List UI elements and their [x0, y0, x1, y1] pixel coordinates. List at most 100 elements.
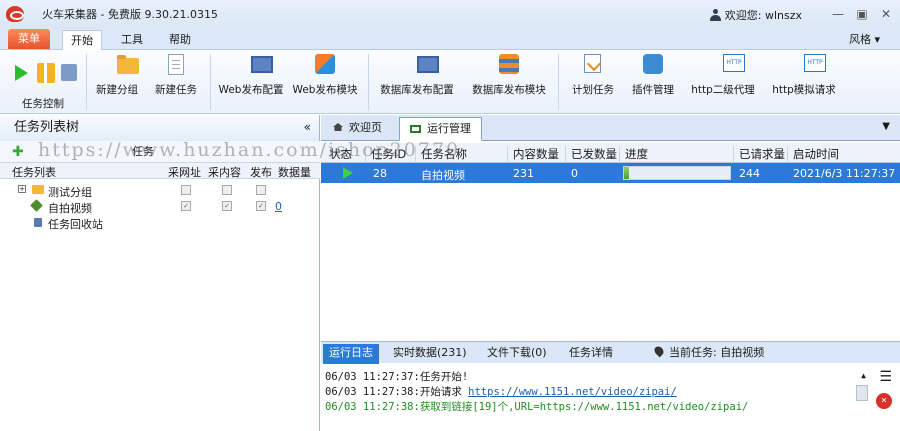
tree-row-group[interactable]: + 测试分组 — [0, 183, 320, 199]
table-row[interactable]: 28 自拍视频 231 0 244 2021/6/3 11:27:37 — [321, 163, 900, 183]
checkbox[interactable]: ✓ — [222, 201, 232, 211]
task-tree-title: 任务列表树 — [0, 115, 319, 141]
title-bar: 火车采集器 - 免费版 9.30.21.0315 欢迎您: wlnszx — ▣… — [0, 0, 900, 28]
tab-realtime-data[interactable]: 实时数据(231) — [387, 344, 473, 364]
checkbox[interactable]: ✓ — [256, 201, 266, 211]
tab-file-download[interactable]: 文件下载(0) — [481, 344, 553, 364]
col-content-count: 内容数量 — [513, 147, 559, 161]
log-link[interactable]: https://www.1151.net/video/zipai/ — [468, 386, 677, 398]
monitor-icon — [410, 125, 421, 133]
add-icon[interactable]: ✚ — [12, 144, 24, 160]
scheduled-task-button[interactable]: 计划任务 — [568, 54, 618, 106]
main-panel: 欢迎页 运行管理 ▼ 状态 任务ID 任务名称 内容数量 已发数量 进度 已请求… — [321, 115, 900, 431]
tree-header: 任务列表 采网址 采内容 发布 数据量 — [0, 163, 320, 179]
tree-row-task[interactable]: 自拍视频 ✓ ✓ ✓ 0 — [0, 199, 320, 215]
new-group-button[interactable]: 新建分组 — [94, 54, 140, 106]
web-publish-config-button[interactable]: Web发布配置 — [218, 54, 284, 106]
http-request-button[interactable]: HTTP http模拟请求 — [768, 54, 840, 106]
db-publish-config-button[interactable]: 数据库发布配置 — [376, 54, 458, 106]
ribbon-toolbar: 任务控制 新建分组 新建任务 Web发布配置 Web发布模块 数据库发布配置 数… — [0, 50, 900, 114]
plugin-manager-label: 插件管理 — [632, 84, 674, 96]
new-task-button[interactable]: 新建任务 — [152, 54, 200, 106]
cell-start-time: 2021/6/3 11:27:37 — [793, 167, 896, 180]
puzzle-icon — [643, 54, 663, 74]
minimize-icon[interactable]: — — [830, 6, 846, 22]
menu-icon[interactable]: ☰ — [879, 369, 892, 385]
tab-help[interactable]: 帮助 — [160, 30, 200, 50]
log-time: 06/03 11:27:37: — [325, 371, 420, 383]
checkbox[interactable] — [222, 185, 232, 195]
checkbox[interactable]: ✓ — [181, 201, 191, 211]
chevron-down-icon[interactable]: ▼ — [882, 121, 890, 132]
window-title: 火车采集器 - 免费版 9.30.21.0315 — [42, 8, 218, 21]
style-menu-label: 风格 — [848, 33, 871, 46]
cell-task-name: 自拍视频 — [421, 169, 465, 182]
tab-task-detail[interactable]: 任务详情 — [563, 344, 619, 364]
pause-icon[interactable] — [37, 63, 55, 83]
tab-tools[interactable]: 工具 — [112, 30, 152, 50]
user-label: 欢迎您: wlnszx — [724, 9, 802, 22]
col-task-list: 任务列表 — [12, 166, 56, 179]
ribbon-divider — [86, 54, 87, 110]
log-text: 获取到链接[19]个,URL=https://www.1151.net/vide… — [419, 401, 749, 413]
web-publish-config-label: Web发布配置 — [218, 84, 284, 96]
col-collect-url: 采网址 — [168, 166, 201, 179]
db-publish-module-button[interactable]: 数据库发布模块 — [468, 54, 550, 106]
progress-bar — [623, 166, 731, 180]
cell-sent-count: 0 — [571, 167, 578, 180]
trash-icon — [34, 218, 42, 227]
task-icon — [30, 199, 43, 212]
menu-bar: 菜单 开始 工具 帮助 风格 ▾ — [0, 28, 900, 50]
log-time: 06/03 11:27:38: — [325, 386, 420, 398]
user-info: 欢迎您: wlnszx — [709, 7, 802, 23]
tree-label: 自拍视频 — [48, 202, 92, 215]
clear-log-icon[interactable]: ✕ — [876, 393, 892, 409]
http-proxy-label: http二级代理 — [691, 84, 755, 96]
col-publish: 发布 — [250, 166, 272, 179]
log-tabs: 运行日志 实时数据(231) 文件下载(0) 任务详情 当前任务: 自拍视频 — [321, 341, 900, 364]
col-start-time: 启动时间 — [793, 147, 839, 161]
scroll-up-icon[interactable]: ▲ — [861, 371, 866, 380]
tab-run-manager[interactable]: 运行管理 — [399, 117, 482, 141]
expand-icon[interactable]: + — [18, 185, 26, 193]
tab-run-log[interactable]: 运行日志 — [323, 344, 379, 364]
tab-start[interactable]: 开始 — [62, 30, 102, 50]
close-icon[interactable]: ✕ — [878, 6, 894, 22]
restore-icon[interactable]: ▣ — [854, 6, 870, 22]
checkbox[interactable] — [256, 185, 266, 195]
collapse-icon[interactable]: « — [304, 120, 311, 134]
cell-requested: 244 — [739, 167, 760, 180]
tab-run-manager-label: 运行管理 — [427, 122, 471, 135]
calendar-icon — [584, 54, 601, 73]
grid-body — [321, 183, 900, 339]
col-requested: 已请求量 — [739, 147, 785, 161]
web-publish-module-label: Web发布模块 — [292, 84, 358, 96]
current-task-label: 当前任务: 自拍视频 — [669, 346, 765, 359]
plugin-manager-button[interactable]: 插件管理 — [628, 54, 678, 106]
ribbon-divider — [558, 54, 559, 110]
checkbox[interactable] — [181, 185, 191, 195]
app-logo-icon — [6, 6, 24, 22]
col-sent-count: 已发数量 — [571, 147, 617, 161]
cell-content-count: 231 — [513, 167, 534, 180]
col-progress: 进度 — [625, 147, 648, 161]
task-tree-panel: 任务列表树 « ✚ 任务 任务列表 采网址 采内容 发布 数据量 + 测试分组 … — [0, 115, 320, 431]
db-publish-config-label: 数据库发布配置 — [380, 84, 454, 96]
tree-label: 测试分组 — [48, 186, 92, 199]
new-group-label: 新建分组 — [96, 84, 138, 96]
data-count-link[interactable]: 0 — [275, 200, 282, 213]
style-menu[interactable]: 风格 ▾ — [849, 31, 880, 47]
http-request-icon: HTTP — [804, 54, 826, 72]
main-menu-button[interactable]: 菜单 — [8, 29, 50, 49]
col-data-count: 数据量 — [278, 166, 311, 179]
start-icon[interactable] — [15, 65, 28, 81]
http-proxy-button[interactable]: HTTP http二级代理 — [686, 54, 760, 106]
tree-row-recycle[interactable]: 任务回收站 — [0, 215, 320, 231]
scrollbar[interactable] — [856, 385, 868, 401]
running-icon — [343, 167, 353, 179]
log-output: 06/03 11:27:37:任务开始! 06/03 11:27:38:开始请求… — [321, 365, 900, 431]
web-publish-module-button[interactable]: Web发布模块 — [292, 54, 358, 106]
stop-icon[interactable] — [61, 64, 77, 81]
current-task-indicator: 当前任务: 自拍视频 — [649, 344, 770, 364]
tab-welcome[interactable]: 欢迎页 — [323, 117, 392, 141]
